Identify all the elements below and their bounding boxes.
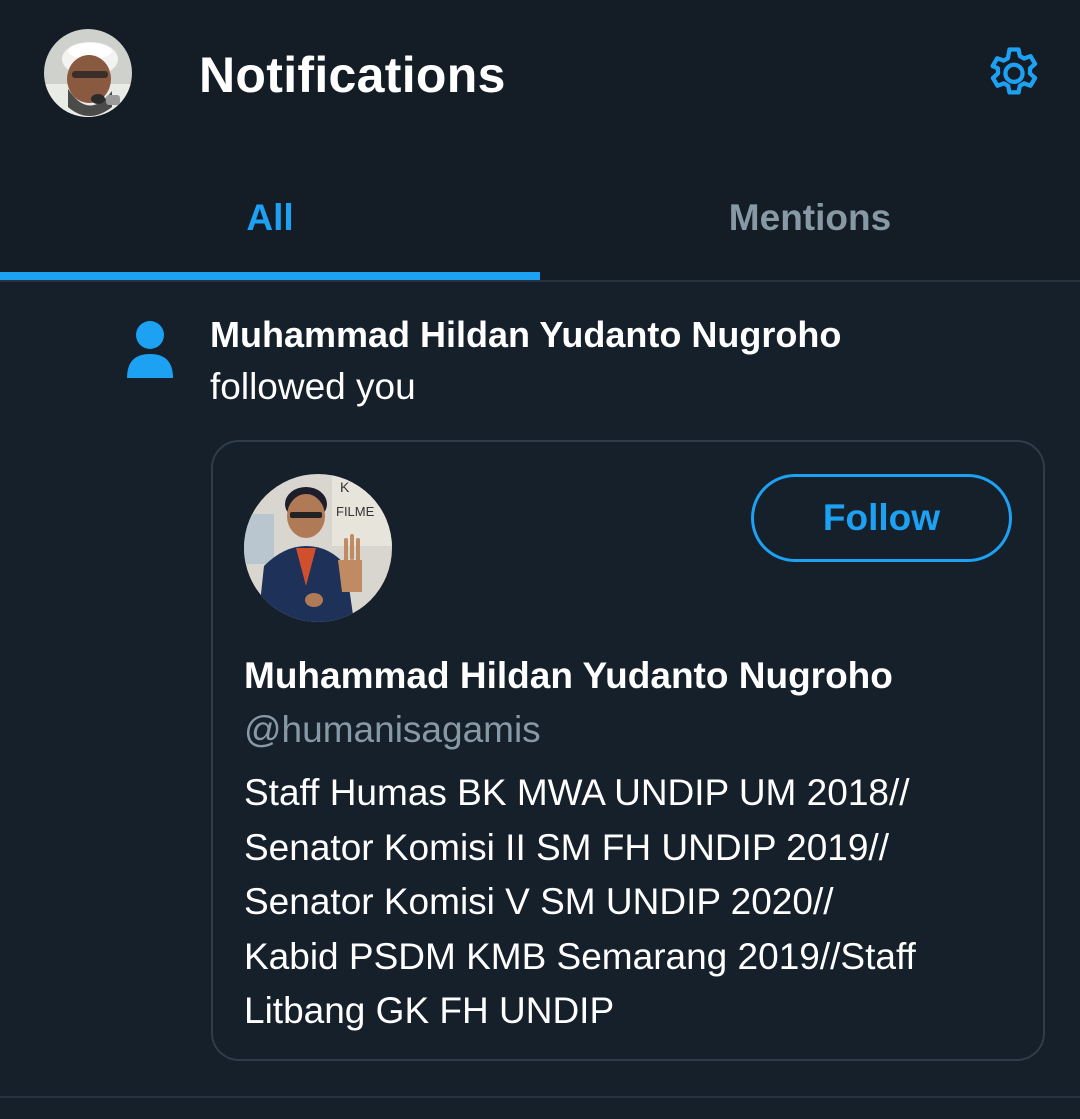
- bio-line: Kabid PSDM KMB Semarang 2019//Staff: [244, 935, 916, 977]
- person-icon: [124, 320, 176, 380]
- svg-text:FILME: FILME: [336, 504, 375, 519]
- profile-avatar[interactable]: [44, 29, 132, 117]
- follow-button[interactable]: Follow: [751, 474, 1012, 562]
- divider: [0, 280, 1080, 282]
- svg-text:K: K: [340, 479, 350, 495]
- bio-line: Litbang GK FH UNDIP: [244, 990, 615, 1031]
- user-card-handle: @humanisagamis: [244, 709, 541, 750]
- header: Notifications All Mentions: [0, 0, 1080, 280]
- tab-all[interactable]: All: [0, 190, 540, 246]
- avatar-photo-icon: [44, 29, 132, 117]
- user-bio: Staff Humas BK MWA UNDIP UM 2018// Senat…: [244, 766, 1024, 1039]
- follower-name[interactable]: Muhammad Hildan Yudanto Nugroho: [210, 310, 841, 360]
- bio-line: Staff Humas BK MWA UNDIP UM 2018//: [244, 772, 910, 813]
- settings-button[interactable]: [982, 42, 1046, 106]
- user-photo-icon: K FILME: [244, 474, 392, 622]
- page-title: Notifications: [199, 47, 506, 103]
- user-card-avatar[interactable]: K FILME: [244, 474, 392, 622]
- user-card-name[interactable]: Muhammad Hildan Yudanto Nugroho: [244, 650, 893, 702]
- tab-mentions[interactable]: Mentions: [540, 190, 1080, 246]
- gear-icon: [990, 47, 1038, 95]
- bio-line: Senator Komisi V SM UNDIP 2020//: [244, 881, 834, 922]
- notification-action-text: followed you: [210, 366, 416, 407]
- divider: [0, 1096, 1080, 1098]
- notifications-screen: Notifications All Mentions Muhammad Hild…: [0, 0, 1080, 1119]
- bio-line: Senator Komisi II SM FH UNDIP 2019//: [244, 826, 889, 868]
- active-tab-indicator: [0, 272, 540, 280]
